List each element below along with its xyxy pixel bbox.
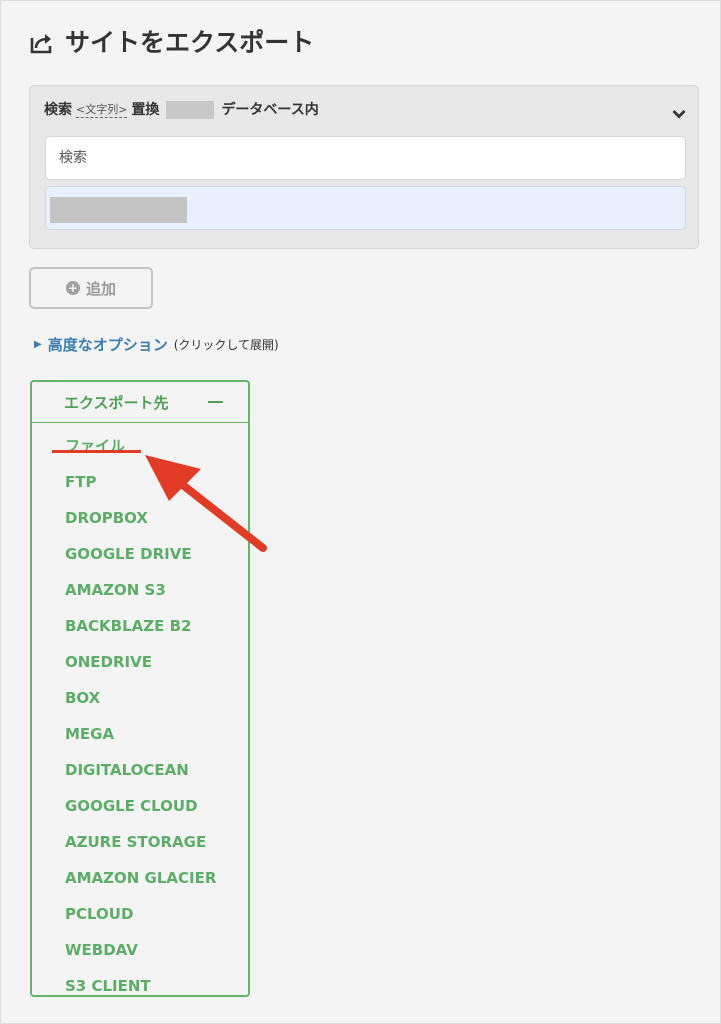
annotation-arrow-icon [145,455,267,552]
destination-onedrive[interactable]: ONEDRIVE [32,644,248,680]
destination-s3-client[interactable]: S3 CLIENT [32,968,248,1004]
annotation-underline [52,450,141,453]
chevron-down-icon[interactable] [672,104,686,123]
page-title: サイトをエクスポート [65,28,315,57]
advanced-options-note: (クリックして展開) [173,338,279,352]
export-icon [29,31,55,55]
export-panel: サイトをエクスポート 検索 <文字列> 置換 データベース内 + 追加 ▶ 高度… [0,0,721,1024]
destination-google-cloud[interactable]: GOOGLE CLOUD [32,788,248,824]
destination-backblaze-b2[interactable]: BACKBLAZE B2 [32,608,248,644]
search-replace-header: 検索 <文字列> 置換 データベース内 [44,100,319,120]
search-replace-box: 検索 <文字列> 置換 データベース内 [29,85,699,249]
destination-azure-storage[interactable]: AZURE STORAGE [32,824,248,860]
in-database-label: データベース内 [221,102,319,118]
replace-input[interactable] [45,186,686,230]
page-header: サイトをエクスポート [29,27,314,59]
advanced-options-link[interactable]: 高度なオプション [48,334,168,355]
plus-circle-icon: + [65,281,80,295]
replace-label: 置換 [131,102,160,118]
destination-amazon-glacier[interactable]: AMAZON GLACIER [32,860,248,896]
add-button[interactable]: + 追加 [29,267,153,309]
redacted-block [166,101,215,119]
caret-right-icon: ▶ [34,339,42,350]
export-destination-header[interactable]: エクスポート先 [32,382,248,423]
minus-icon[interactable] [208,401,223,403]
advanced-options: ▶ 高度なオプション (クリックして展開) [34,334,279,355]
destination-pcloud[interactable]: PCLOUD [32,896,248,932]
add-button-label: 追加 [85,279,116,298]
string-hint: <文字列> [76,102,128,118]
destination-box[interactable]: BOX [32,680,248,716]
destination-mega[interactable]: MEGA [32,716,248,752]
search-input[interactable] [45,136,686,180]
destination-webdav[interactable]: WEBDAV [32,932,248,968]
search-label: 検索 [44,102,72,118]
export-destination-title: エクスポート先 [64,393,169,412]
destination-amazon-s3[interactable]: AMAZON S3 [32,572,248,608]
destination-digitalocean[interactable]: DIGITALOCEAN [32,752,248,788]
